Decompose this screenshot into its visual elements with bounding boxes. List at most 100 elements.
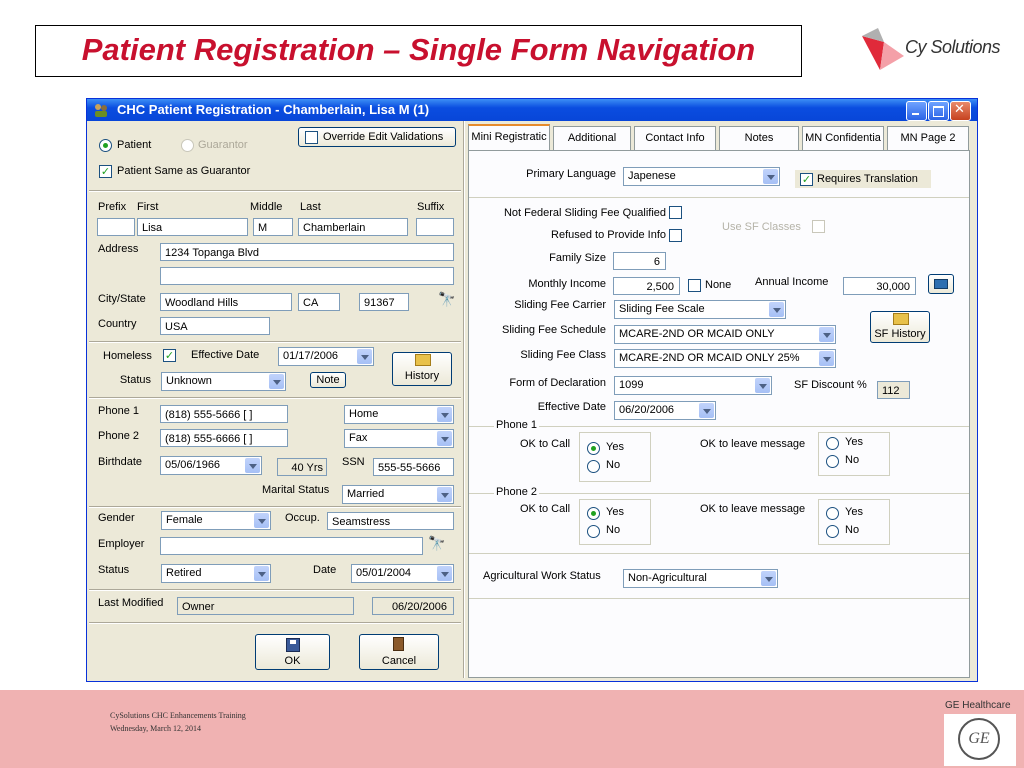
effective-date-select[interactable]: 01/17/2006 <box>278 347 374 366</box>
same-as-guarantor-checkbox[interactable]: ✓ <box>99 165 112 178</box>
phone2-leave-no-radio[interactable] <box>826 525 839 538</box>
suffix-input[interactable] <box>416 218 454 236</box>
last-name-input[interactable]: Chamberlain <box>298 218 408 236</box>
first-name-input[interactable]: Lisa <box>137 218 248 236</box>
occupation-input[interactable]: Seamstress <box>327 512 454 530</box>
tab-mn-page-2[interactable]: MN Page 2 <box>887 126 969 150</box>
birthdate-label: Birthdate <box>98 456 143 468</box>
birthdate-select[interactable]: 05/06/1966 <box>160 456 262 475</box>
monthly-income-input[interactable]: 2,500 <box>613 277 680 295</box>
tab-additional[interactable]: Additional <box>553 126 631 150</box>
sf-carrier-select[interactable]: Sliding Fee Scale <box>614 300 786 319</box>
phone1-call-yes-radio[interactable] <box>587 442 600 455</box>
phone2-call-yes-radio[interactable] <box>587 507 600 520</box>
ag-work-status-select[interactable]: Non-Agricultural <box>623 569 778 588</box>
phone2-type-select[interactable]: Fax <box>344 429 454 448</box>
marital-status-label: Marital Status <box>262 484 330 496</box>
patient-radio[interactable] <box>99 139 112 152</box>
ok-label: OK <box>284 655 301 667</box>
zip-input[interactable]: 91367 <box>359 293 409 311</box>
tab-mn-confidential[interactable]: MN Confidentia <box>802 126 884 150</box>
window-titlebar[interactable]: CHC Patient Registration - Chamberlain, … <box>87 99 977 121</box>
status-label: Status <box>119 374 151 386</box>
state-input[interactable]: CA <box>298 293 340 311</box>
address-line2-input[interactable] <box>160 267 454 285</box>
panel-splitter[interactable] <box>463 121 465 678</box>
divider <box>89 341 461 343</box>
address-line1-input[interactable]: 1234 Topanga Blvd <box>160 243 454 261</box>
annual-income-input[interactable]: 30,000 <box>843 277 916 295</box>
marital-status-select[interactable]: Married <box>342 485 454 504</box>
effective-date-value: 01/17/2006 <box>283 350 339 362</box>
phone1-input[interactable]: (818) 555-5666 [ ] <box>160 405 288 423</box>
phone2-call-no-radio[interactable] <box>587 525 600 538</box>
right-effective-date-select[interactable]: 06/20/2006 <box>614 401 716 420</box>
divider <box>469 197 969 198</box>
employer-label: Employer <box>98 538 145 550</box>
last-modified-by-field: Owner <box>177 597 354 615</box>
override-validations-label: Override Edit Validations <box>323 131 444 143</box>
requires-translation-checkbox[interactable]: ✓ <box>800 173 813 186</box>
sf-history-button[interactable]: SF History <box>870 311 930 343</box>
form-declaration-select[interactable]: 1099 <box>614 376 772 395</box>
phone1-leave-no-radio[interactable] <box>826 455 839 468</box>
homeless-status-select[interactable]: Unknown <box>161 372 286 391</box>
phone1-leave-yes-radio[interactable] <box>826 437 839 450</box>
close-icon: ✕ <box>954 102 965 117</box>
phone1-call-no-label: No <box>606 459 621 471</box>
sf-class-value: MCARE-2ND OR MCAID ONLY 25% <box>619 352 800 364</box>
note-button[interactable]: Note <box>310 372 346 388</box>
city-input[interactable]: Woodland Hills <box>160 293 292 311</box>
ag-work-status-value: Non-Agricultural <box>628 572 707 584</box>
chevron-down-icon <box>755 378 770 393</box>
history-button[interactable]: History <box>392 352 452 386</box>
tab-notes[interactable]: Notes <box>719 126 799 150</box>
phone1-type-select[interactable]: Home <box>344 405 454 424</box>
refused-info-checkbox[interactable] <box>669 229 682 242</box>
requires-translation-label: Requires Translation <box>817 173 918 185</box>
prefix-input[interactable] <box>97 218 135 236</box>
phone1-call-group <box>579 432 651 482</box>
maximize-button[interactable] <box>928 101 949 121</box>
phone2-leave-yes-radio[interactable] <box>826 507 839 520</box>
employment-status-select[interactable]: Retired <box>161 564 271 583</box>
tab-mini-registration[interactable]: Mini Registratic <box>468 124 550 152</box>
employment-status-value: Retired <box>166 567 202 579</box>
country-input[interactable]: USA <box>160 317 270 335</box>
ok-button[interactable]: OK <box>255 634 330 670</box>
phone1-label: Phone 1 <box>98 405 139 417</box>
patient-label: Patient <box>117 139 152 151</box>
chevron-down-icon <box>437 487 452 502</box>
sf-schedule-select[interactable]: MCARE-2ND OR MCAID ONLY <box>614 325 836 344</box>
not-federal-sf-checkbox[interactable] <box>669 206 682 219</box>
family-size-input[interactable]: 6 <box>613 252 666 270</box>
ssn-input[interactable]: 555-55-5666 <box>373 458 454 476</box>
calculator-button[interactable] <box>928 274 954 294</box>
effective-date-label: Effective Date <box>191 349 260 361</box>
gender-select[interactable]: Female <box>161 511 271 530</box>
override-validations-button[interactable]: Override Edit Validations <box>298 127 456 147</box>
middle-name-input[interactable]: M <box>253 218 293 236</box>
slide-title: Patient Registration – Single Form Navig… <box>81 32 756 67</box>
guarantor-radio[interactable] <box>181 139 194 152</box>
tab-contact-info[interactable]: Contact Info <box>634 126 716 150</box>
homeless-checkbox[interactable]: ✓ <box>163 349 176 362</box>
employment-date-select[interactable]: 05/01/2004 <box>351 564 454 583</box>
binoculars-icon[interactable]: 🔭 <box>428 536 445 552</box>
save-icon-label <box>290 640 296 644</box>
none-income-checkbox[interactable] <box>688 279 701 292</box>
last-modified-date-field: 06/20/2006 <box>372 597 454 615</box>
phone2-type-value: Fax <box>349 432 368 444</box>
use-sf-classes-checkbox[interactable] <box>812 220 825 233</box>
close-button[interactable]: ✕ <box>950 101 971 121</box>
override-validations-checkbox[interactable] <box>305 131 318 144</box>
primary-language-select[interactable]: Japenese <box>623 167 780 186</box>
phone2-input[interactable]: (818) 555-6666 [ ] <box>160 429 288 447</box>
employer-input[interactable] <box>160 537 423 555</box>
phone1-call-no-radio[interactable] <box>587 460 600 473</box>
cancel-button[interactable]: Cancel <box>359 634 439 670</box>
sf-discount-field: 112 <box>877 381 910 399</box>
sf-class-select[interactable]: MCARE-2ND OR MCAID ONLY 25% <box>614 349 836 368</box>
binoculars-icon[interactable]: 🔭 <box>438 292 455 308</box>
minimize-button[interactable] <box>906 101 927 121</box>
